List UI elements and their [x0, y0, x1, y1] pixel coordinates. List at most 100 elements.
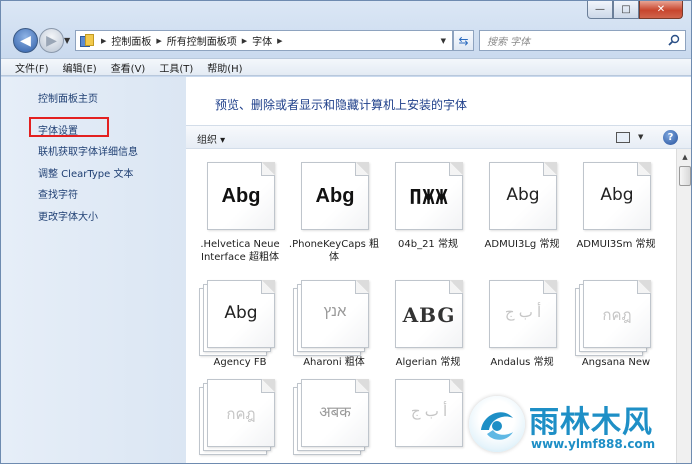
- command-bar: 组织 ▾ ▼ ?: [186, 125, 691, 149]
- font-family-icon: Abg: [199, 280, 279, 356]
- font-file-icon: Abg: [293, 162, 373, 232]
- font-item[interactable]: Abg ADMUI3Lg 常规: [481, 162, 563, 251]
- font-sample: أ ب ج: [504, 304, 542, 321]
- navigation-bar: ◀ ▶ ▼ ▶ 控制面板 ▶ 所有控制面板项 ▶ 字体 ▶ ▼ ⇆ 搜索 字体: [1, 27, 691, 55]
- sidebar-item-change-font-size[interactable]: 更改字体大小: [38, 208, 98, 223]
- font-item[interactable]: กคฎ Angsana New: [575, 280, 657, 369]
- font-label: Angsana New: [581, 357, 651, 368]
- help-icon[interactable]: ?: [663, 130, 678, 145]
- sidebar-item-font-settings[interactable]: 字体设置: [38, 122, 78, 137]
- watermark-logo: 雨林木风 www.ylmf888.com: [469, 396, 691, 463]
- menu-edit[interactable]: 编辑(E): [63, 60, 97, 75]
- font-item[interactable]: Abg Agency FB: [199, 280, 281, 369]
- chevron-right-icon[interactable]: ▶: [101, 37, 106, 45]
- search-icon[interactable]: [668, 34, 680, 46]
- address-bar[interactable]: ▶ 控制面板 ▶ 所有控制面板项 ▶ 字体 ▶ ▼: [75, 30, 453, 51]
- font-sample: أ ب ج: [410, 403, 448, 420]
- address-dropdown-icon[interactable]: ▼: [441, 37, 446, 45]
- font-item[interactable]: Abg .PhoneKeyCaps 粗体: [289, 162, 379, 264]
- task-pane: 控制面板主页 字体设置 联机获取字体详细信息 调整 ClearType 文本 查…: [1, 77, 186, 463]
- breadcrumb-all-items[interactable]: 所有控制面板项: [167, 33, 237, 48]
- font-sample: ΠЖЖ: [409, 185, 449, 209]
- breadcrumb-control-panel[interactable]: 控制面板: [111, 33, 151, 48]
- font-file-icon: ΠЖЖ: [387, 162, 467, 232]
- font-file-icon: ABG: [387, 280, 467, 350]
- watermark-url: www.ylmf888.com: [531, 437, 656, 451]
- sidebar-item-online-font-info[interactable]: 联机获取字体详细信息: [38, 143, 138, 158]
- font-sample: Abg: [315, 185, 355, 207]
- font-label: .PhoneKeyCaps 粗体: [288, 239, 380, 263]
- logo-emblem-icon: [469, 396, 525, 452]
- font-sample: กคฎ: [602, 307, 632, 324]
- font-label: 04b_21 常规: [398, 239, 458, 250]
- font-family-icon: กคฎ: [575, 280, 655, 356]
- font-item[interactable]: أ ب ج: [387, 379, 469, 449]
- arrow-left-icon: ◀: [20, 32, 31, 49]
- sidebar-item-cleartype[interactable]: 调整 ClearType 文本: [38, 165, 133, 180]
- minimize-button[interactable]: —: [587, 1, 613, 19]
- back-button[interactable]: ◀: [13, 28, 38, 53]
- refresh-button[interactable]: ⇆: [453, 30, 474, 51]
- breadcrumb-fonts[interactable]: 字体: [252, 33, 272, 48]
- font-item[interactable]: אנץ Aharoni 粗体: [293, 280, 375, 369]
- menu-file[interactable]: 文件(F): [15, 60, 49, 75]
- font-sample: ABG: [402, 303, 456, 327]
- organize-button[interactable]: 组织 ▾: [197, 131, 225, 146]
- menu-view[interactable]: 查看(V): [111, 60, 146, 75]
- font-sample: अबक: [319, 404, 351, 421]
- font-item[interactable]: अबक: [293, 379, 375, 455]
- font-item[interactable]: ABG Algerian 常规: [387, 280, 469, 369]
- scroll-thumb[interactable]: [679, 166, 691, 186]
- arrow-right-icon: ▶: [46, 32, 57, 49]
- font-sample: Abg: [224, 303, 258, 323]
- font-file-icon: Abg: [481, 162, 561, 232]
- watermark-brand: 雨林木风: [529, 405, 653, 440]
- refresh-icon: ⇆: [458, 33, 469, 48]
- explorer-window: — □ ✕ ◀ ▶ ▼ ▶ 控制面板 ▶ 所有控制面板项 ▶ 字体 ▶ ▼ ⇆: [0, 0, 692, 464]
- scroll-up-icon[interactable]: ▲: [677, 149, 691, 165]
- sidebar-item-find-character[interactable]: 查找字符: [38, 186, 78, 201]
- font-file-icon: Abg: [575, 162, 655, 232]
- menu-bar: 文件(F) 编辑(E) 查看(V) 工具(T) 帮助(H): [1, 58, 691, 76]
- font-file-icon: أ ب ج: [481, 280, 561, 350]
- sidebar-item-control-panel-home[interactable]: 控制面板主页: [38, 90, 98, 105]
- view-dropdown-icon[interactable]: ▼: [638, 133, 643, 141]
- font-label: Algerian 常规: [395, 357, 461, 368]
- menu-tools[interactable]: 工具(T): [159, 60, 193, 75]
- font-label: Aharoni 粗体: [303, 357, 365, 368]
- font-sample: กคฎ: [226, 406, 256, 423]
- close-button[interactable]: ✕: [639, 1, 683, 19]
- chevron-right-icon[interactable]: ▶: [156, 37, 161, 45]
- forward-button[interactable]: ▶: [39, 28, 64, 53]
- font-file-icon: Abg: [199, 162, 279, 232]
- font-label: ADMUI3Sm 常规: [576, 239, 656, 250]
- font-sample: Abg: [600, 185, 634, 205]
- page-title: 预览、删除或者显示和隐藏计算机上安装的字体: [215, 98, 468, 112]
- control-panel-icon: [80, 33, 96, 48]
- caption-buttons: — □ ✕: [587, 1, 683, 19]
- menu-help[interactable]: 帮助(H): [207, 60, 242, 75]
- font-item[interactable]: Abg .Helvetica Neue Interface 超粗体: [199, 162, 281, 264]
- font-item[interactable]: أ ب ج Andalus 常规: [481, 280, 563, 369]
- font-label: ADMUI3Lg 常规: [484, 239, 560, 250]
- font-family-icon: กคฎ: [199, 379, 279, 455]
- font-item[interactable]: ΠЖЖ 04b_21 常规: [387, 162, 469, 251]
- font-item[interactable]: Abg ADMUI3Sm 常规: [575, 162, 657, 251]
- change-view-icon[interactable]: [616, 132, 630, 143]
- font-sample: Abg: [506, 185, 540, 205]
- font-sample: Abg: [221, 185, 261, 207]
- chevron-right-icon[interactable]: ▶: [242, 37, 247, 45]
- font-sample: אנץ: [323, 303, 347, 320]
- font-family-icon: अबक: [293, 379, 373, 455]
- font-label: Andalus 常规: [490, 357, 554, 368]
- font-label: Agency FB: [213, 357, 267, 368]
- chevron-right-icon[interactable]: ▶: [277, 37, 282, 45]
- maximize-button[interactable]: □: [613, 1, 639, 19]
- search-placeholder: 搜索 字体: [487, 37, 531, 48]
- font-family-icon: אנץ: [293, 280, 373, 356]
- font-label: .Helvetica Neue Interface 超粗体: [200, 239, 280, 263]
- search-input[interactable]: 搜索 字体: [479, 30, 686, 51]
- recent-pages-dropdown-icon[interactable]: ▼: [64, 36, 70, 45]
- font-item[interactable]: กคฎ: [199, 379, 281, 455]
- font-file-icon: أ ب ج: [387, 379, 467, 449]
